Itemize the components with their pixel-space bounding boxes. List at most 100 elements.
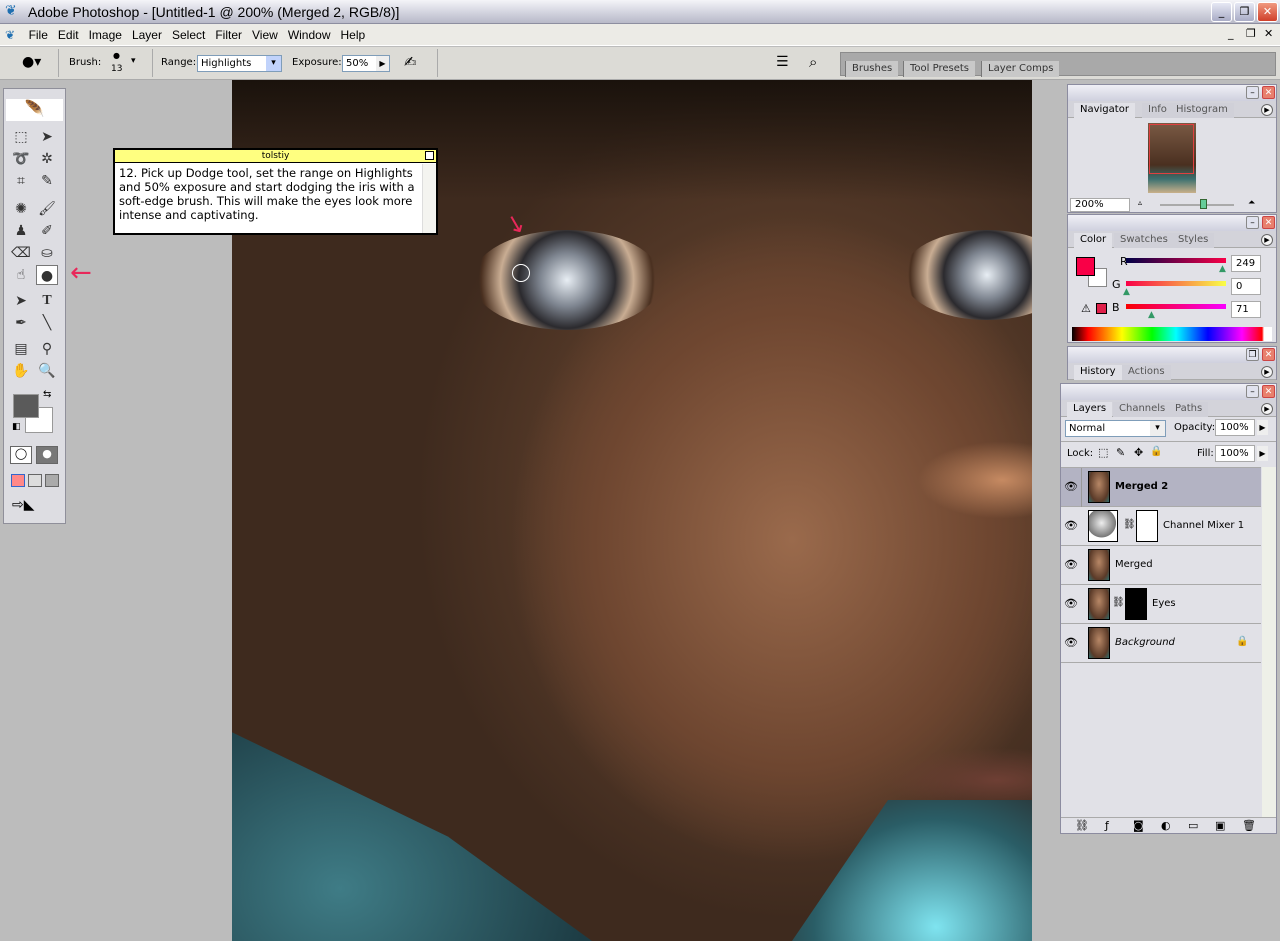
tab-swatches[interactable]: Swatches	[1114, 233, 1174, 248]
feather-logo-icon[interactable]: 🪶	[6, 99, 63, 121]
layer-row[interactable]: 👁 Merged 2	[1061, 468, 1261, 507]
tab-actions[interactable]: Actions	[1122, 365, 1171, 380]
close-button[interactable]: ✕	[1257, 2, 1278, 22]
restore-panel-button[interactable]: ❐	[1246, 348, 1259, 361]
layer-style-icon[interactable]: ƒ	[1105, 819, 1109, 832]
gamut-warning-icon[interactable]: ⚠	[1081, 302, 1091, 315]
tab-channels[interactable]: Channels	[1113, 402, 1172, 417]
note-popup[interactable]: tolstiy 12. Pick up Dodge tool, set the …	[113, 148, 438, 235]
new-layer-icon[interactable]: ▣	[1215, 819, 1225, 832]
path-selection-tool-icon[interactable]: ➤	[10, 291, 32, 311]
doc-restore-button[interactable]: ❐	[1246, 27, 1256, 40]
lock-all-icon[interactable]: 🔒	[1150, 446, 1162, 457]
gamut-color-swatch[interactable]	[1096, 303, 1107, 314]
zoom-slider-thumb[interactable]	[1200, 199, 1207, 209]
link-layers-icon[interactable]: ⛓	[1075, 819, 1089, 832]
note-text[interactable]: 12. Pick up Dodge tool, set the range on…	[115, 163, 436, 222]
close-panel-button[interactable]: ✕	[1262, 86, 1275, 99]
healing-brush-tool-icon[interactable]: ✺	[10, 199, 32, 219]
lock-transparency-icon[interactable]: ⬚	[1098, 446, 1108, 459]
file-browser-icon[interactable]: ⌕	[809, 53, 817, 71]
green-input[interactable]: 0	[1231, 278, 1261, 295]
zoom-tool-icon[interactable]: 🔍	[36, 361, 58, 381]
minimize-panel-button[interactable]: –	[1246, 86, 1259, 99]
lasso-tool-icon[interactable]: ➰	[10, 149, 32, 169]
layer-row[interactable]: 👁 Merged	[1061, 546, 1261, 585]
close-panel-button[interactable]: ✕	[1262, 348, 1275, 361]
full-screen-menu-mode-button[interactable]	[28, 474, 42, 487]
tab-tool-presets[interactable]: Tool Presets	[903, 61, 975, 77]
eraser-tool-icon[interactable]: ⌫	[10, 243, 32, 263]
clone-stamp-tool-icon[interactable]: ♟	[10, 221, 32, 241]
add-mask-icon[interactable]: ◙	[1133, 819, 1144, 832]
visibility-eye-icon[interactable]: 👁	[1063, 552, 1079, 578]
menu-layer[interactable]: Layer	[127, 24, 167, 46]
blend-mode-select[interactable]: Normal ▾	[1065, 420, 1166, 437]
slice-tool-icon[interactable]: ✎	[36, 171, 58, 191]
marquee-tool-icon[interactable]: ⬚	[10, 127, 32, 147]
range-select[interactable]: Highlights ▾	[197, 55, 282, 72]
swap-colors-icon[interactable]: ⇆	[43, 389, 51, 400]
green-slider-thumb[interactable]: ▲	[1123, 287, 1130, 297]
pen-tool-icon[interactable]: ✒	[10, 313, 32, 333]
opacity-slider-button[interactable]: ▶	[1257, 420, 1268, 435]
opacity-input[interactable]: 100%	[1215, 419, 1255, 436]
menu-edit[interactable]: Edit	[53, 24, 84, 46]
airbrush-icon[interactable]: ✍	[404, 53, 417, 71]
palette-menu-icon[interactable]: ☰	[776, 54, 789, 70]
tool-preset-picker[interactable]: ●▾	[22, 54, 41, 70]
layer-row[interactable]: 👁 Background 🔒	[1061, 624, 1261, 663]
note-close-button[interactable]	[425, 151, 434, 160]
visibility-eye-icon[interactable]: 👁	[1063, 513, 1079, 539]
blue-slider-thumb[interactable]: ▲	[1148, 310, 1155, 320]
zoom-in-icon[interactable]: ⏶	[1248, 198, 1255, 208]
layers-scrollbar[interactable]	[1262, 467, 1276, 817]
red-slider-thumb[interactable]: ▲	[1219, 264, 1226, 274]
chevron-down-icon[interactable]: ▾	[131, 56, 136, 66]
history-brush-tool-icon[interactable]: ✐	[36, 221, 58, 241]
eyedropper-tool-icon[interactable]: ⚲	[36, 339, 58, 359]
minimize-panel-button[interactable]: –	[1246, 216, 1259, 229]
foreground-color-swatch[interactable]	[1076, 257, 1095, 276]
quick-mask-button[interactable]: ●	[36, 446, 58, 464]
lock-pixels-icon[interactable]: ✎	[1116, 446, 1125, 459]
tab-brushes[interactable]: Brushes	[845, 61, 899, 77]
fill-input[interactable]: 100%	[1215, 445, 1255, 462]
menu-file[interactable]: File	[24, 24, 53, 46]
menu-image[interactable]: Image	[84, 24, 127, 46]
jump-to-imageready-icon[interactable]: ⇨◣	[12, 497, 35, 513]
line-tool-icon[interactable]: ╲	[36, 313, 58, 333]
exposure-input[interactable]: 50% ▶	[342, 55, 390, 72]
tab-color[interactable]: Color	[1074, 233, 1113, 248]
tab-info[interactable]: Info	[1142, 103, 1173, 118]
menu-help[interactable]: Help	[336, 24, 371, 46]
zoom-out-icon[interactable]: ▵	[1138, 198, 1142, 207]
lock-position-icon[interactable]: ✥	[1134, 446, 1143, 459]
blur-tool-icon[interactable]: ☝	[10, 265, 32, 285]
minimize-button[interactable]: _	[1211, 2, 1232, 22]
adjustment-layer-icon[interactable]: ◐	[1161, 819, 1171, 832]
tab-navigator[interactable]: Navigator	[1074, 103, 1135, 118]
foreground-color-swatch[interactable]	[13, 394, 39, 418]
brush-tool-icon[interactable]: 🖌	[36, 199, 58, 219]
notes-tool-icon[interactable]: ▤	[10, 339, 32, 359]
tab-layers[interactable]: Layers	[1067, 402, 1113, 417]
red-input[interactable]: 249	[1231, 255, 1261, 272]
menu-window[interactable]: Window	[283, 24, 336, 46]
crop-tool-icon[interactable]: ⌗	[10, 171, 32, 191]
minimize-panel-button[interactable]: –	[1246, 385, 1259, 398]
panel-menu-button[interactable]: ▶	[1261, 403, 1273, 415]
exposure-slider-button[interactable]: ▶	[376, 56, 389, 71]
trash-icon[interactable]: 🗑	[1242, 819, 1256, 832]
menu-view[interactable]: View	[247, 24, 283, 46]
red-slider[interactable]	[1126, 258, 1226, 263]
blue-input[interactable]: 71	[1231, 301, 1261, 318]
fill-slider-button[interactable]: ▶	[1257, 446, 1268, 461]
type-tool-icon[interactable]: T	[36, 291, 58, 311]
tab-layer-comps[interactable]: Layer Comps	[981, 61, 1060, 77]
menu-filter[interactable]: Filter	[210, 24, 247, 46]
color-ramp[interactable]	[1072, 327, 1272, 341]
close-panel-button[interactable]: ✕	[1262, 216, 1275, 229]
panel-menu-button[interactable]: ▶	[1261, 104, 1273, 116]
close-panel-button[interactable]: ✕	[1262, 385, 1275, 398]
